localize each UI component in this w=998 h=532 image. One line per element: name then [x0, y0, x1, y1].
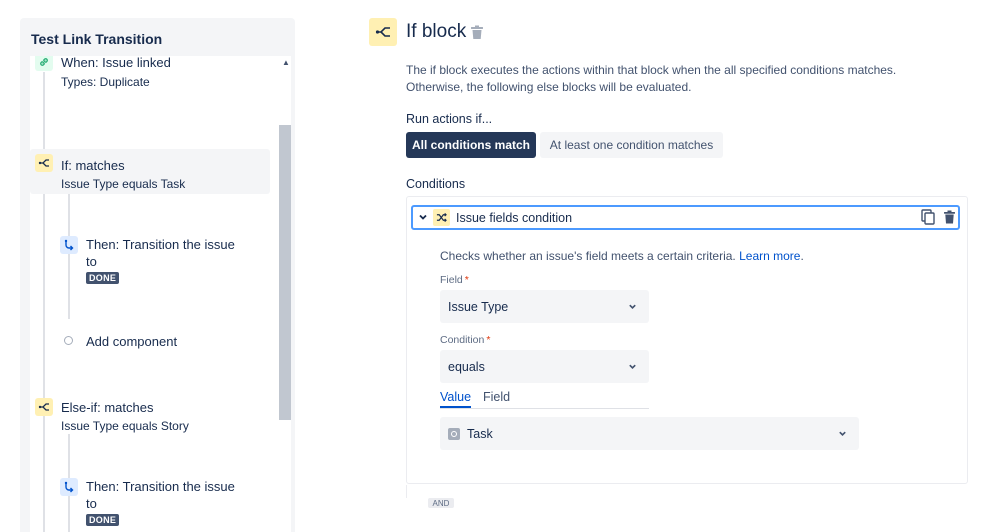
node-subtitle: Issue Type equals Task [61, 177, 186, 191]
node-title-cont: to [86, 254, 97, 269]
learn-more-suffix: . [800, 249, 804, 263]
field-select-value: Issue Type [448, 299, 509, 314]
description-line: The if block executes the actions within… [406, 63, 897, 77]
transition-action-node[interactable]: Then: Transition the issue to DONE [30, 234, 270, 290]
condition-select-value: equals [448, 359, 485, 374]
transition-icon [60, 236, 78, 254]
scroll-up-arrow-icon[interactable]: ▲ [281, 58, 291, 68]
condition-select[interactable]: equals [440, 350, 649, 383]
transition-action-node[interactable]: Then: Transition the issue to DONE [30, 476, 270, 532]
page-title: If block [406, 21, 467, 42]
branch-icon [35, 154, 53, 172]
node-title-cont: to [86, 496, 97, 511]
run-actions-label: Run actions if... [406, 112, 493, 126]
rule-outline-panel: Test Link Transition ▲ When: Issue linke… [20, 18, 295, 532]
transition-icon [60, 478, 78, 496]
branch-icon [35, 398, 53, 416]
field-select[interactable]: Issue Type [440, 290, 649, 323]
field-label-text: Field [440, 274, 463, 286]
condition-label-text: Condition [440, 334, 485, 346]
chevron-down-icon [629, 364, 636, 369]
description-line: Otherwise, the following else blocks wil… [406, 79, 692, 94]
and-connector-rail [406, 485, 407, 498]
link-icon [35, 56, 53, 71]
if-block-node[interactable]: If: matches Issue Type equals Task [30, 149, 270, 194]
condition-label: Condition * [440, 334, 490, 346]
required-mark: * [464, 274, 469, 286]
node-title: Then: Transition the issue [86, 237, 235, 252]
scrollbar-thumb[interactable] [279, 125, 291, 420]
node-title: Then: Transition the issue [86, 479, 235, 494]
tab-field[interactable]: Field [483, 390, 510, 404]
add-component-node[interactable]: Add component [30, 332, 270, 352]
block-description: The if block executes the actions within… [406, 62, 926, 95]
status-lozenge: DONE [86, 514, 120, 526]
status-lozenge: DONE [86, 272, 120, 284]
field-label: Field * [440, 274, 469, 286]
if-block-icon [369, 18, 397, 46]
conditions-label: Conditions [406, 177, 466, 191]
tab-value[interactable]: Value [440, 390, 471, 404]
active-tab-indicator [440, 406, 471, 408]
required-mark: * [486, 334, 491, 346]
at-least-one-condition-button[interactable]: At least one condition matches [540, 132, 723, 158]
node-subtitle: Issue Type equals Story [61, 419, 189, 433]
trash-icon[interactable] [470, 25, 484, 40]
task-type-icon [448, 427, 460, 440]
chevron-down-icon [629, 304, 636, 309]
condition-description: Checks whether an issue's field meets a … [440, 249, 804, 263]
value-select[interactable]: Task [440, 417, 859, 450]
add-component-label: Add component [86, 334, 178, 349]
node-title: If: matches [61, 158, 125, 173]
else-if-node[interactable]: Else-if: matches Issue Type equals Story [30, 396, 270, 438]
shuffle-icon [433, 209, 450, 226]
flow-rail [43, 72, 45, 532]
and-lozenge: AND [428, 498, 454, 508]
condition-description-text: Checks whether an issue's field meets a … [440, 249, 736, 263]
chevron-down-icon[interactable] [418, 212, 428, 222]
trigger-node[interactable]: When: Issue linked Types: Duplicate [30, 56, 270, 96]
node-title: Else-if: matches [61, 400, 154, 415]
rule-component-list: ▲ When: Issue linked Types: Duplicate If… [30, 56, 291, 532]
copy-icon[interactable] [921, 209, 935, 225]
trash-icon[interactable] [943, 210, 956, 224]
node-subtitle: Types: Duplicate [61, 75, 150, 89]
add-dot-icon [64, 336, 73, 345]
chevron-down-icon [839, 431, 846, 436]
node-title: When: Issue linked [61, 56, 171, 70]
all-conditions-match-button[interactable]: All conditions match [406, 132, 536, 158]
rule-name: Test Link Transition [31, 31, 163, 47]
condition-title: Issue fields condition [456, 211, 573, 225]
value-select-value: Task [467, 426, 493, 441]
tabs-divider [440, 408, 649, 409]
learn-more-link[interactable]: Learn more [739, 249, 800, 263]
